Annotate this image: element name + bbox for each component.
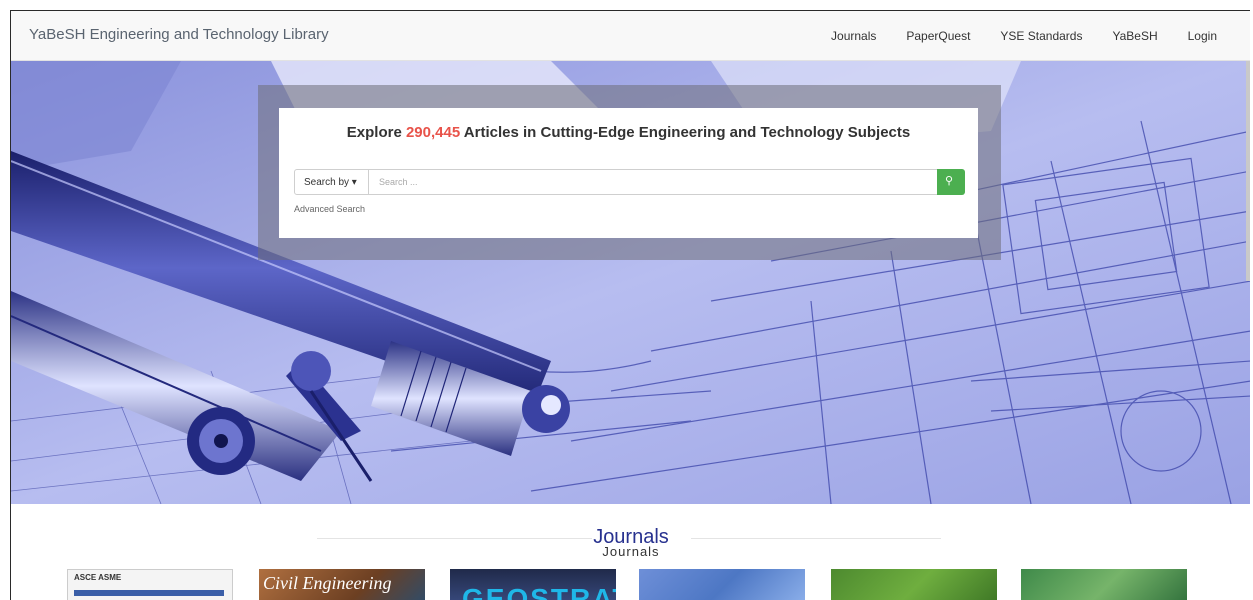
journal-cover-1[interactable]: ASCE ASME bbox=[67, 569, 233, 600]
search-input[interactable] bbox=[368, 169, 938, 195]
search-by-dropdown[interactable]: Search by ▾ bbox=[294, 169, 369, 195]
cover-label: Civil Engineering bbox=[263, 573, 392, 593]
search-icon: ⚲ bbox=[945, 175, 954, 187]
nav-paperquest[interactable]: PaperQuest bbox=[906, 29, 970, 43]
cover-stripe bbox=[74, 590, 224, 596]
hero-headline: Explore 290,445 Articles in Cutting-Edge… bbox=[279, 124, 978, 141]
headline-prefix: Explore bbox=[346, 124, 406, 141]
top-navbar: YaBeSH Engineering and Technology Librar… bbox=[11, 11, 1250, 61]
search-button[interactable]: ⚲ bbox=[937, 169, 965, 195]
journal-cover-5[interactable] bbox=[831, 569, 997, 600]
journal-cover-3[interactable]: GEOSTRATA bbox=[450, 569, 616, 600]
search-row: Search by ▾ ⚲ bbox=[294, 169, 965, 195]
cover-label: ASCE ASME bbox=[74, 573, 122, 582]
page-scrollbar[interactable] bbox=[1246, 61, 1250, 281]
nav-yse-standards[interactable]: YSE Standards bbox=[1000, 29, 1082, 43]
advanced-search-link[interactable]: Advanced Search bbox=[294, 204, 365, 214]
nav-yabesh[interactable]: YaBeSH bbox=[1112, 29, 1157, 43]
nav-links: Journals PaperQuest YSE Standards YaBeSH… bbox=[831, 29, 1217, 43]
cover-label: GEOSTRATA bbox=[462, 583, 616, 600]
journals-subtitle: Journals bbox=[602, 544, 660, 559]
page-frame: YaBeSH Engineering and Technology Librar… bbox=[10, 10, 1250, 600]
article-count: 290,445 bbox=[405, 124, 461, 141]
journal-cover-6[interactable] bbox=[1021, 569, 1187, 600]
search-panel: Explore 290,445 Articles in Cutting-Edge… bbox=[279, 108, 978, 238]
journal-cover-4[interactable] bbox=[639, 569, 805, 600]
journal-cover-2[interactable]: Civil Engineering bbox=[259, 569, 425, 600]
nav-journals[interactable]: Journals bbox=[831, 29, 876, 43]
site-brand[interactable]: YaBeSH Engineering and Technology Librar… bbox=[29, 26, 329, 43]
headline-suffix: Articles in Cutting-Edge Engineering and… bbox=[460, 124, 911, 141]
nav-login[interactable]: Login bbox=[1188, 29, 1217, 43]
